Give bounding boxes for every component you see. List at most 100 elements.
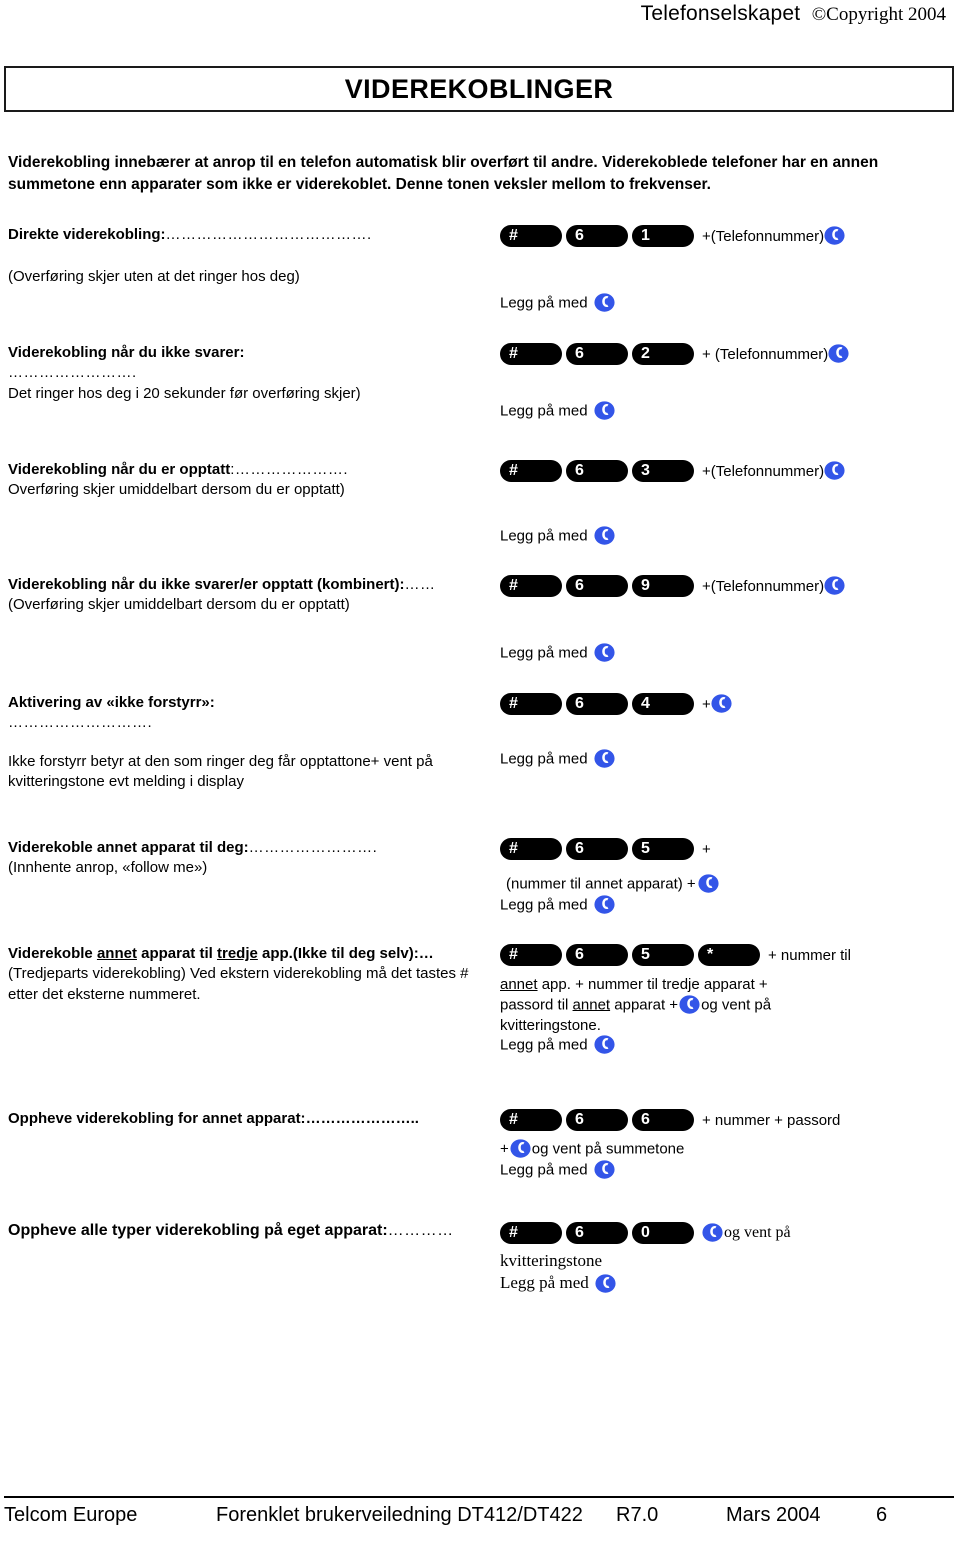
section-label: Oppheve viderekobling for annet apparat: (8, 1110, 306, 1127)
footer-company: Telcom Europe (4, 1504, 138, 1526)
key-hash[interactable]: # (500, 460, 562, 482)
section-note: (Innhente anrop, «follow me») (8, 859, 208, 877)
key-sequence: #6 3 +(Telefonnummer) (500, 460, 960, 482)
key-6[interactable]: 6 (566, 343, 628, 365)
hangup-instruction: Legg på med (500, 1160, 960, 1181)
key-6[interactable]: 6 (566, 225, 628, 247)
section-description: Direkte viderekobling:…………………………………. (Ov… (0, 225, 500, 288)
key-suffix-text: + nummer til (768, 946, 851, 964)
phone-handset-icon (824, 225, 845, 246)
key-suffix-text: + nummer + passord (702, 1111, 841, 1129)
section-note: Overføring skjer umiddelbart dersom du e… (8, 481, 345, 499)
footer-date: Mars 2004 (726, 1504, 821, 1526)
section-oppheve-annet-apparat: Oppheve viderekobling for annet apparat:… (0, 1109, 960, 1229)
extra-instruction-line: (nummer til annet apparat) + (500, 874, 960, 895)
phone-handset-icon (711, 693, 732, 714)
key-hash[interactable]: # (500, 838, 562, 860)
key-hash[interactable]: # (500, 343, 562, 365)
header-copyright: ©Copyright 2004 (811, 4, 946, 25)
hangup-label: Legg på med (500, 1273, 589, 1293)
page-footer: Telcom Europe Forenklet brukerveiledning… (4, 1504, 954, 1527)
line-3-mid: apparat + (610, 995, 679, 1013)
key-6-second[interactable]: 6 (632, 1109, 694, 1131)
line-2-pre: + (500, 1140, 509, 1158)
third-party-line-4: kvitteringstone. (500, 1016, 601, 1034)
key-6[interactable]: 6 (566, 575, 628, 597)
key-sequence: #6 0 og vent på (500, 1222, 960, 1244)
label-part-3: app.(Ikke til deg selv): (257, 945, 419, 962)
phone-handset-icon (594, 525, 615, 546)
leader-dots: ………………………. (8, 714, 153, 732)
section-label: Aktivering av «ikke forstyrr»: (8, 694, 215, 711)
line-3-post: og vent på (701, 995, 772, 1013)
label-part-1: Viderekoble (8, 945, 97, 962)
phone-handset-icon (594, 894, 615, 915)
phone-handset-icon (594, 292, 615, 313)
third-party-line-2: annet app. + nummer til tredje apparat + (500, 975, 960, 995)
section-keys: #6 5 * + nummer til annet app. + nummer ti… (500, 944, 960, 1056)
key-suffix-text: + (Telefonnummer) (702, 345, 829, 363)
key-star[interactable]: * (698, 944, 760, 966)
key-1[interactable]: 1 (632, 225, 694, 247)
key-suffix-text: +(Telefonnummer) (702, 227, 825, 245)
phone-handset-icon (679, 994, 700, 1015)
hangup-label: Legg på med (500, 896, 588, 914)
key-4[interactable]: 4 (632, 693, 694, 715)
footer-revision: R7.0 (616, 1504, 659, 1526)
key-5[interactable]: 5 (632, 944, 694, 966)
key-hash[interactable]: # (500, 575, 562, 597)
key-6[interactable]: 6 (566, 1222, 628, 1244)
key-group: #6 0 (500, 1222, 698, 1244)
leader-dots: ………… (387, 1222, 454, 1239)
key-group: #6 5 * (500, 944, 764, 966)
phone-handset-icon (824, 575, 845, 596)
key-suffix-text: + (702, 840, 711, 858)
key-hash[interactable]: # (500, 944, 562, 966)
hangup-label: Legg på med (500, 750, 588, 768)
key-6[interactable]: 6 (566, 838, 628, 860)
section-keys: #6 9 +(Telefonnummer) Legg på med (500, 575, 960, 664)
section-description: Oppheve viderekobling for annet apparat:… (0, 1109, 500, 1129)
phone-handset-icon (594, 1159, 615, 1180)
hangup-instruction: Legg på med (500, 401, 960, 422)
key-6[interactable]: 6 (566, 693, 628, 715)
cancel-all-line-2: kvitteringstone (500, 1251, 602, 1270)
key-9[interactable]: 9 (632, 575, 694, 597)
footer-divider (4, 1496, 954, 1498)
line-3-pre: passord til (500, 995, 573, 1013)
hangup-instruction: Legg på med (500, 526, 960, 547)
phone-handset-icon (510, 1138, 531, 1159)
section-label: Viderekoble annet apparat til deg: (8, 839, 249, 856)
key-0[interactable]: 0 (632, 1222, 694, 1244)
key-sequence: #6 5 + (500, 838, 960, 860)
key-sequence: #6 9 +(Telefonnummer) (500, 575, 960, 597)
hangup-instruction: Legg på med (500, 895, 960, 916)
key-6[interactable]: 6 (566, 944, 628, 966)
key-hash[interactable]: # (500, 693, 562, 715)
key-6[interactable]: 6 (566, 1109, 628, 1131)
hangup-label: Legg på med (500, 1036, 588, 1054)
key-group: #6 1 (500, 225, 698, 247)
key-hash[interactable]: # (500, 1222, 562, 1244)
section-note: (Overføring skjer umiddelbart dersom du … (8, 596, 350, 614)
key-hash[interactable]: # (500, 225, 562, 247)
phone-handset-icon (594, 1034, 615, 1055)
key-2[interactable]: 2 (632, 343, 694, 365)
section-label: Viderekobling når du ikke svarer: (8, 344, 245, 361)
key-5[interactable]: 5 (632, 838, 694, 860)
footer-document-title: Forenklet brukerveiledning DT412/DT422 (216, 1504, 583, 1526)
key-hash[interactable]: # (500, 1109, 562, 1131)
underline-annet: annet (572, 995, 611, 1013)
section-keys: #6 6 + nummer + passord + og vent på summe… (500, 1109, 960, 1181)
key-3[interactable]: 3 (632, 460, 694, 482)
underline-annet: annet (500, 976, 538, 993)
section-viderekoble-annet-til-deg: Viderekoble annet apparat til deg:………………… (0, 838, 960, 944)
section-label: Oppheve alle typer viderekobling på eget… (8, 1222, 388, 1239)
leader-dots: :…………………. (230, 461, 349, 478)
key-6[interactable]: 6 (566, 460, 628, 482)
phone-handset-icon (702, 1222, 723, 1243)
key-suffix-text: +(Telefonnummer) (702, 462, 825, 480)
intro-paragraph: Viderekobling innebærer at anrop til en … (8, 154, 879, 193)
section-kombinert: Viderekobling når du ikke svarer/er oppt… (0, 575, 960, 693)
hangup-instruction: Legg på med (500, 643, 960, 664)
